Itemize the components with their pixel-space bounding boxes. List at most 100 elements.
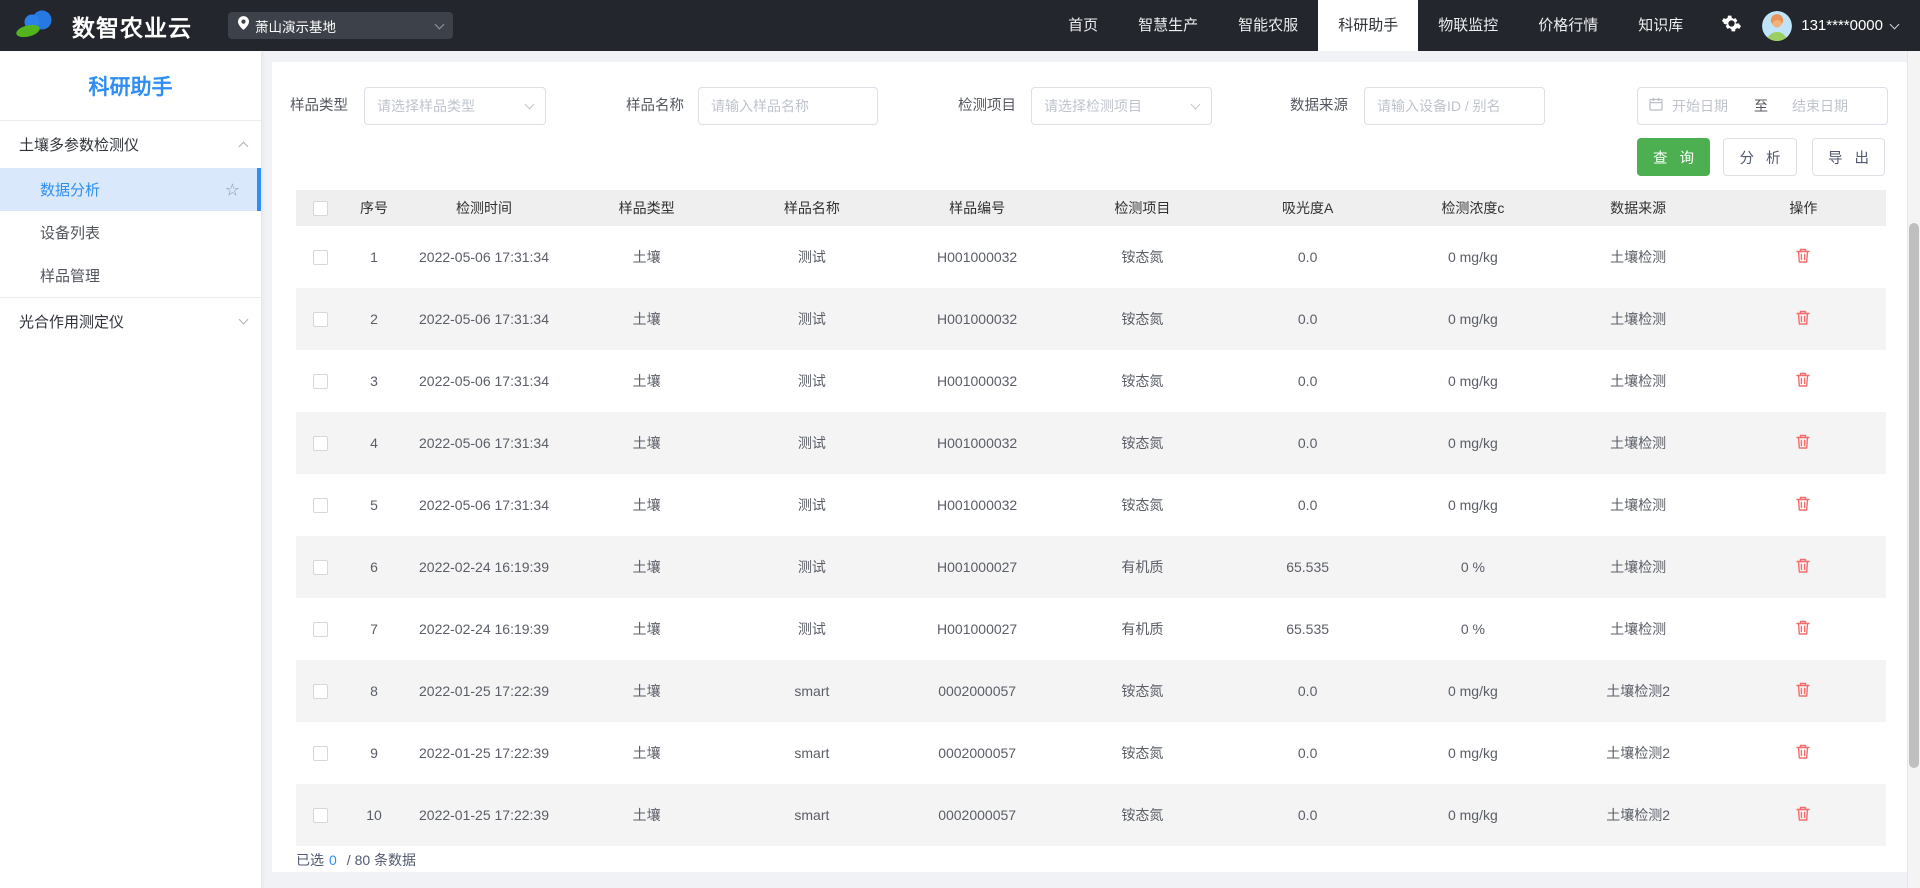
cell-concentration: 0 mg/kg bbox=[1447, 249, 1498, 265]
sample-name-label: 样品名称 bbox=[626, 98, 684, 114]
cell-source: 土壤检测2 bbox=[1606, 807, 1671, 823]
cell-type: 土壤 bbox=[632, 249, 661, 265]
user-menu[interactable]: 131****0000 bbox=[1762, 10, 1920, 41]
col-index: 序号 bbox=[360, 200, 388, 216]
row-checkbox[interactable] bbox=[312, 746, 328, 762]
cell-code: H001000032 bbox=[937, 249, 1018, 265]
cell-absorbance: 0.0 bbox=[1297, 807, 1318, 823]
app-title: 数智农业云 bbox=[72, 14, 192, 41]
row-checkbox[interactable] bbox=[312, 436, 328, 452]
col-test-item: 检测项目 bbox=[1114, 200, 1171, 216]
row-checkbox[interactable] bbox=[312, 808, 328, 824]
cell-concentration: 0 mg/kg bbox=[1447, 807, 1498, 823]
delete-icon[interactable] bbox=[1795, 681, 1811, 698]
scrollbar-thumb[interactable] bbox=[1909, 223, 1919, 768]
col-data-source: 数据来源 bbox=[1610, 200, 1667, 216]
cell-no: 6 bbox=[370, 559, 378, 575]
sidebar-group-photosynthesis[interactable]: 光合作用测定仪 bbox=[0, 297, 261, 344]
cell-time: 2022-02-24 16:19:39 bbox=[419, 621, 549, 637]
cell-source: 土壤检测2 bbox=[1606, 683, 1671, 699]
cell-concentration: 0 % bbox=[1460, 559, 1485, 575]
sidebar-item-sample-management[interactable]: 样品管理 bbox=[0, 254, 261, 297]
cell-item: 铵态氮 bbox=[1121, 497, 1164, 513]
table-row: 1 2022-05-06 17:31:34 土壤 测试 H001000032 铵态氮 0.0… bbox=[296, 226, 1886, 288]
cell-absorbance: 0.0 bbox=[1297, 745, 1318, 761]
top-navbar: 数智农业云 萧山演示基地 首页 智慧生产 智能农服 科研助手 物联监控 价格行情… bbox=[0, 0, 1920, 51]
date-separator: 至 bbox=[1754, 98, 1768, 114]
delete-icon[interactable] bbox=[1795, 371, 1811, 388]
cell-source: 土壤检测 bbox=[1610, 435, 1667, 451]
cell-item: 铵态氮 bbox=[1121, 435, 1164, 451]
cell-absorbance: 0.0 bbox=[1297, 249, 1318, 265]
table-row: 8 2022-01-25 17:22:39 土壤 smart 0002000057 铵态氮… bbox=[296, 660, 1886, 722]
select-all-checkbox[interactable] bbox=[312, 201, 328, 217]
nav-item-research-assistant[interactable]: 科研助手 bbox=[1318, 0, 1419, 51]
row-checkbox[interactable] bbox=[312, 684, 328, 700]
cell-name: 测试 bbox=[797, 497, 826, 513]
cell-name: smart bbox=[794, 683, 830, 699]
settings-button[interactable] bbox=[1721, 13, 1742, 39]
delete-icon[interactable] bbox=[1795, 557, 1811, 574]
cell-no: 10 bbox=[366, 807, 382, 823]
nav-item-smart-service[interactable]: 智能农服 bbox=[1218, 0, 1318, 51]
nav-item-iot-monitor[interactable]: 物联监控 bbox=[1418, 0, 1518, 51]
query-button[interactable]: 查 询 bbox=[1637, 138, 1710, 176]
delete-icon[interactable] bbox=[1795, 805, 1811, 822]
test-item-label: 检测项目 bbox=[958, 98, 1016, 114]
delete-icon[interactable] bbox=[1795, 743, 1811, 760]
export-button[interactable]: 导 出 bbox=[1812, 138, 1885, 176]
star-icon[interactable]: ☆ bbox=[225, 181, 240, 198]
nav-item-knowledge-base[interactable]: 知识库 bbox=[1618, 0, 1703, 51]
brand-logo-icon bbox=[14, 7, 60, 44]
cell-item: 铵态氮 bbox=[1121, 683, 1164, 699]
row-checkbox[interactable] bbox=[312, 622, 328, 638]
delete-icon[interactable] bbox=[1795, 247, 1811, 264]
row-checkbox[interactable] bbox=[312, 250, 328, 266]
cell-type: 土壤 bbox=[632, 683, 661, 699]
cell-type: 土壤 bbox=[632, 311, 661, 327]
nav-menu: 首页 智慧生产 智能农服 科研助手 物联监控 价格行情 知识库 bbox=[1048, 0, 1703, 51]
cell-time: 2022-01-25 17:22:39 bbox=[419, 745, 549, 761]
row-checkbox[interactable] bbox=[312, 560, 328, 576]
cell-time: 2022-05-06 17:31:34 bbox=[419, 373, 549, 389]
gear-icon bbox=[1721, 13, 1742, 39]
date-range-picker[interactable]: 开始日期 至 结束日期 bbox=[1637, 87, 1888, 125]
col-sample-name: 样品名称 bbox=[783, 200, 840, 216]
sidebar-group-label: 光合作用测定仪 bbox=[19, 313, 125, 331]
sidebar-group-soil-detector[interactable]: 土壤多参数检测仪 bbox=[0, 121, 261, 168]
cell-type: 土壤 bbox=[632, 373, 661, 389]
cell-code: H001000027 bbox=[937, 621, 1018, 637]
cell-code: H001000032 bbox=[937, 373, 1018, 389]
nav-item-smart-production[interactable]: 智慧生产 bbox=[1118, 0, 1218, 51]
delete-icon[interactable] bbox=[1795, 619, 1811, 636]
row-checkbox[interactable] bbox=[312, 312, 328, 328]
base-selector[interactable]: 萧山演示基地 bbox=[228, 12, 453, 39]
calendar-icon bbox=[1649, 97, 1672, 116]
delete-icon[interactable] bbox=[1795, 433, 1811, 450]
cell-code: H001000032 bbox=[937, 311, 1018, 327]
delete-icon[interactable] bbox=[1795, 495, 1811, 512]
sidebar-item-data-analysis[interactable]: 数据分析 ☆ bbox=[0, 168, 261, 211]
avatar bbox=[1762, 10, 1793, 41]
sidebar-item-device-list[interactable]: 设备列表 bbox=[0, 211, 261, 254]
chevron-down-icon bbox=[434, 19, 445, 29]
cell-no: 7 bbox=[370, 621, 378, 637]
cell-type: 土壤 bbox=[632, 807, 661, 823]
analyze-button[interactable]: 分 析 bbox=[1723, 138, 1797, 176]
table-body: 1 2022-05-06 17:31:34 土壤 测试 H001000032 铵态氮 0.0… bbox=[296, 226, 1886, 846]
nav-item-home[interactable]: 首页 bbox=[1048, 0, 1118, 51]
cell-time: 2022-05-06 17:31:34 bbox=[419, 311, 549, 327]
scrollbar-track[interactable] bbox=[1907, 51, 1920, 888]
data-source-input[interactable] bbox=[1364, 87, 1545, 125]
nav-item-price-market[interactable]: 价格行情 bbox=[1518, 0, 1618, 51]
col-absorbance: 吸光度A bbox=[1281, 200, 1334, 216]
delete-icon[interactable] bbox=[1795, 309, 1811, 326]
cell-name: 测试 bbox=[797, 311, 826, 327]
sample-type-select[interactable]: 请选择样品类型 bbox=[364, 87, 546, 125]
cell-source: 土壤检测 bbox=[1610, 373, 1667, 389]
test-item-select[interactable]: 请选择检测项目 bbox=[1031, 87, 1212, 125]
row-checkbox[interactable] bbox=[312, 374, 328, 390]
content-card: 样品类型 请选择样品类型 样品名称 检测项目 请选择检测项目 数据来源 开始日期 bbox=[272, 62, 1907, 872]
sample-name-input[interactable] bbox=[698, 87, 878, 125]
row-checkbox[interactable] bbox=[312, 498, 328, 514]
